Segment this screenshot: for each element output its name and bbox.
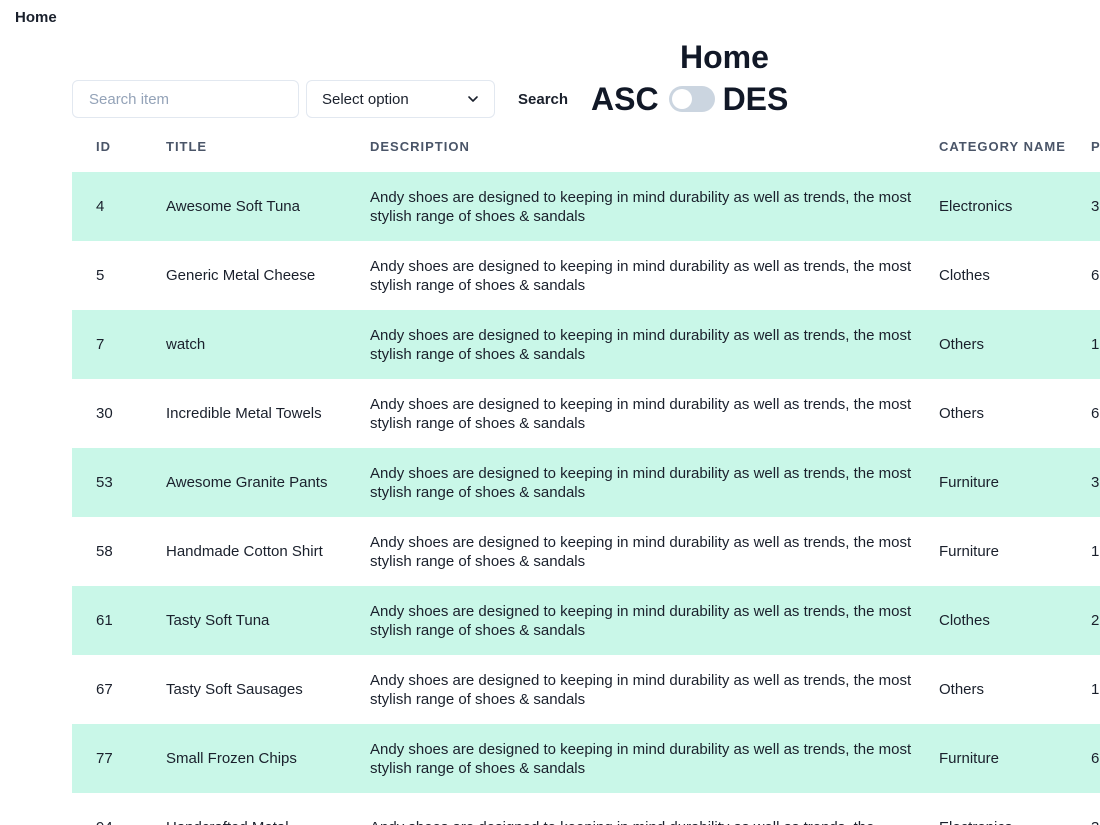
search-input[interactable] [72,80,299,118]
toggle-knob [671,89,692,109]
table-row[interactable]: 67 Tasty Soft Sausages Andy shoes are de… [72,655,1100,724]
cell-id: 67 [96,681,113,698]
page-title: Home [680,39,769,75]
cell-description: Andy shoes are designed to keeping in mi… [346,724,915,793]
cell-title: Awesome Granite Pants [142,448,346,517]
column-header-id[interactable]: ID [72,120,142,172]
search-button[interactable]: Search [506,80,580,118]
table-header-row: ID TITLE DESCRIPTION CATEGORY NAME P [72,120,1100,172]
cell-category: Furniture [915,448,1067,517]
table-row[interactable]: 94 Handcrafted Metal Andy shoes are desi… [72,793,1100,825]
cell-title: Incredible Metal Towels [166,405,322,422]
page: Home Home Select option Search ASC DES I… [0,0,1100,825]
cell-id: 4 [72,172,142,241]
column-header-price[interactable]: P [1067,120,1100,172]
cell-id: 7 [72,310,142,379]
cell-title: Generic Metal Cheese [166,267,316,284]
cell-description: Andy shoes are designed to keeping in mi… [346,586,915,655]
cell-category: Furniture [939,543,1000,560]
cell-price: 3 [1067,793,1100,825]
table-row[interactable]: 5 Generic Metal Cheese Andy shoes are de… [72,241,1100,310]
cell-category: Others [915,310,1067,379]
table-row[interactable]: 7 watch Andy shoes are designed to keepi… [72,310,1100,379]
cell-price: 6 [1091,405,1100,422]
select-value: Select option [322,90,409,108]
cell-price: 6 [1067,724,1100,793]
cell-category: Others [939,681,985,698]
cell-category: Others [939,405,985,422]
cell-title: Awesome Soft Tuna [142,172,346,241]
table-row[interactable]: 4 Awesome Soft Tuna Andy shoes are desig… [72,172,1100,241]
sort-asc-label: ASC [591,80,659,117]
sort-desc-label: DES [722,80,789,117]
cell-price: 6 [1091,267,1100,284]
option-select[interactable]: Select option [306,80,495,118]
cell-category: Electronics [915,793,1067,825]
cell-id: 58 [96,543,113,560]
cell-description: Andy shoes are designed to keeping in mi… [346,310,915,379]
cell-description: Andy shoes are designed to keeping in mi… [370,533,912,570]
cell-title: watch [142,310,346,379]
table-row[interactable]: 61 Tasty Soft Tuna Andy shoes are design… [72,586,1100,655]
cell-id: 61 [72,586,142,655]
table-row[interactable]: 77 Small Frozen Chips Andy shoes are des… [72,724,1100,793]
cell-description: Andy shoes are designed to keeping in mi… [370,395,912,432]
cell-title: Small Frozen Chips [142,724,346,793]
table-row[interactable]: 58 Handmade Cotton Shirt Andy shoes are … [72,517,1100,586]
cell-description: Andy shoes are designed to keeping in mi… [370,257,912,294]
cell-price: 1 [1091,681,1100,698]
cell-price: 3 [1067,448,1100,517]
column-header-description[interactable]: DESCRIPTION [346,120,915,172]
cell-category: Clothes [915,586,1067,655]
cell-id: 30 [96,405,113,422]
cell-price: 3 [1067,172,1100,241]
cell-title: Tasty Soft Sausages [166,681,303,698]
cell-description: Andy shoes are designed to keeping in mi… [370,671,912,708]
sort-toggle-group: ASC DES [591,80,788,118]
cell-price: 1 [1091,543,1100,560]
cell-id: 94 [72,793,142,825]
column-header-category[interactable]: CATEGORY NAME [915,120,1067,172]
cell-id: 5 [96,267,105,284]
table-row[interactable]: 30 Incredible Metal Towels Andy shoes ar… [72,379,1100,448]
cell-title: Tasty Soft Tuna [142,586,346,655]
cell-price: 2 [1067,586,1100,655]
cell-description: Andy shoes are designed to keeping in mi… [346,448,915,517]
cell-title: Handcrafted Metal [142,793,346,825]
cell-price: 1 [1067,310,1100,379]
chevron-down-icon [468,96,478,102]
cell-category: Furniture [915,724,1067,793]
column-header-title[interactable]: TITLE [142,120,346,172]
sort-order-toggle[interactable] [668,86,715,112]
cell-id: 77 [72,724,142,793]
nav-home-link[interactable]: Home [15,9,57,26]
cell-title: Handmade Cotton Shirt [166,543,323,560]
products-table: ID TITLE DESCRIPTION CATEGORY NAME P 4 A… [72,120,1100,825]
table-row[interactable]: 53 Awesome Granite Pants Andy shoes are … [72,448,1100,517]
cell-description: Andy shoes are designed to keeping in mi… [346,793,915,825]
cell-id: 53 [72,448,142,517]
cell-category: Clothes [939,267,990,284]
cell-category: Electronics [915,172,1067,241]
cell-description: Andy shoes are designed to keeping in mi… [346,172,915,241]
